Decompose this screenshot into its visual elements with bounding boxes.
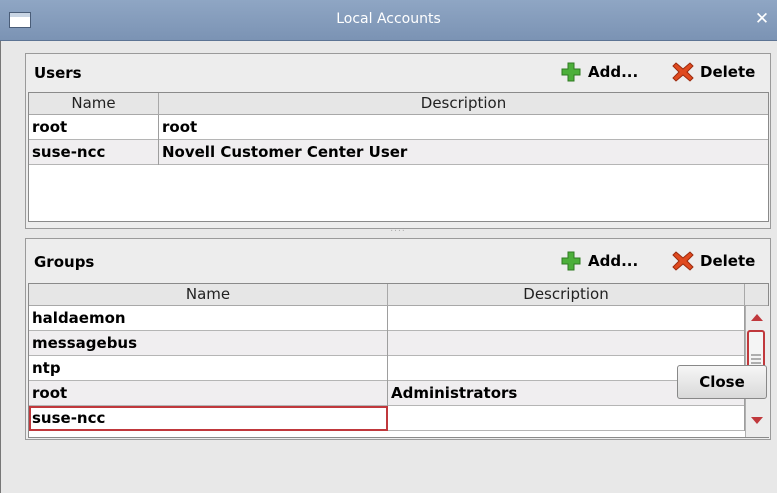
titlebar: Local Accounts ✕ [0, 0, 777, 41]
groups-table: Name Description haldaemon messagebus nt… [28, 283, 769, 438]
groups-title: Groups [34, 253, 95, 271]
table-row[interactable]: suse-ncc [29, 406, 745, 431]
table-row[interactable]: messagebus [29, 331, 745, 356]
group-description-cell[interactable] [388, 406, 745, 431]
scroll-up-icon[interactable] [746, 306, 768, 328]
table-row[interactable]: suse-ncc Novell Customer Center User [29, 140, 768, 165]
groups-delete-button[interactable]: Delete [672, 250, 755, 272]
dialog-body: Users Add... Delete Name Description roo… [0, 41, 777, 493]
users-delete-label: Delete [700, 63, 756, 81]
x-icon [672, 62, 694, 82]
plus-icon [561, 62, 581, 82]
users-title: Users [34, 64, 82, 82]
user-description-cell[interactable]: Novell Customer Center User [159, 140, 768, 165]
user-name-cell[interactable]: suse-ncc [29, 140, 159, 165]
users-add-label: Add... [588, 63, 639, 81]
groups-delete-label: Delete [700, 252, 756, 270]
pane-splitter[interactable]: .... [383, 224, 413, 234]
groups-col-name[interactable]: Name [29, 284, 388, 306]
window-title: Local Accounts [336, 11, 441, 27]
plus-icon [561, 251, 581, 271]
table-row[interactable]: haldaemon [29, 306, 745, 331]
group-description-cell[interactable] [388, 306, 745, 331]
users-panel: Users Add... Delete Name Description roo… [25, 53, 771, 229]
users-table: Name Description root root suse-ncc Nove… [28, 92, 769, 222]
group-name-cell[interactable]: ntp [29, 356, 388, 381]
groups-panel: Groups Add... Delete Name Description ha… [25, 238, 771, 440]
group-name-cell[interactable]: messagebus [29, 331, 388, 356]
group-name-cell[interactable]: root [29, 381, 388, 406]
table-row[interactable]: root Administrators [29, 381, 745, 406]
scroll-down-icon[interactable] [746, 410, 768, 432]
close-window-icon[interactable]: ✕ [751, 8, 773, 30]
users-delete-button[interactable]: Delete [672, 61, 755, 83]
header-corner [745, 284, 768, 306]
group-name-cell[interactable]: haldaemon [29, 306, 388, 331]
groups-add-button[interactable]: Add... [560, 250, 638, 272]
table-row[interactable]: root root [29, 115, 768, 140]
groups-add-label: Add... [588, 252, 639, 270]
users-col-description[interactable]: Description [159, 93, 768, 115]
group-description-cell[interactable] [388, 331, 745, 356]
user-description-cell[interactable]: root [159, 115, 768, 140]
users-add-button[interactable]: Add... [560, 61, 638, 83]
group-name-cell[interactable]: suse-ncc [29, 406, 388, 431]
table-row[interactable]: ntp [29, 356, 745, 381]
users-col-name[interactable]: Name [29, 93, 159, 115]
close-button[interactable]: Close [677, 365, 767, 399]
user-name-cell[interactable]: root [29, 115, 159, 140]
groups-col-description[interactable]: Description [388, 284, 745, 306]
x-icon [672, 251, 694, 271]
